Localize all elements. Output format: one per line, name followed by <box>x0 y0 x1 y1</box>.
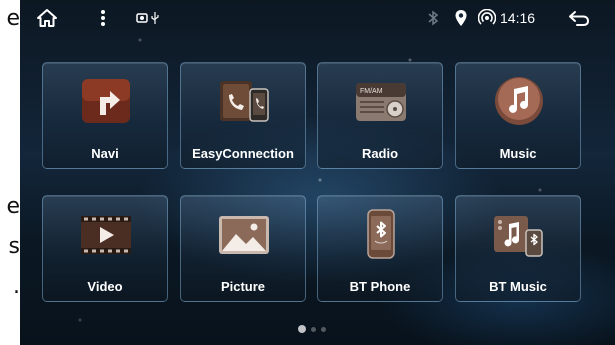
head-unit-screen: 14:16 Navi EasyConnection FM/AM Radio Mu… <box>20 0 615 345</box>
app-label: Picture <box>220 279 266 294</box>
page-dot[interactable] <box>321 326 326 332</box>
app-label: Music <box>499 146 537 161</box>
app-label: Navi <box>91 146 119 161</box>
app-label: Video <box>87 279 123 294</box>
app-label: EasyConnection <box>192 146 294 161</box>
app-tile-navi[interactable]: Navi <box>42 62 168 169</box>
app-tile-bt-music[interactable]: BT Music <box>455 195 581 302</box>
app-tile-music[interactable]: Music <box>455 62 581 169</box>
background-text-char: e <box>6 6 20 31</box>
bt-phone-icon <box>353 206 409 262</box>
bluetooth-icon <box>427 0 439 36</box>
background-text-char: e <box>6 194 20 219</box>
wifi-hotspot-icon <box>478 0 496 36</box>
app-label: BT Phone <box>349 279 411 294</box>
home-icon[interactable] <box>36 0 58 36</box>
easyconnection-icon <box>216 73 272 129</box>
camera-icon <box>136 0 148 36</box>
picture-icon <box>216 206 272 262</box>
bt-music-icon <box>491 206 547 262</box>
usb-icon <box>151 0 159 36</box>
video-icon <box>78 206 134 262</box>
music-icon <box>491 73 547 129</box>
app-tile-bt-phone[interactable]: BT Phone <box>317 195 443 302</box>
app-label: Radio <box>361 146 399 161</box>
background-text-char: s <box>8 234 20 259</box>
location-icon <box>454 0 468 36</box>
radio-band-text: FM/AM <box>360 88 383 95</box>
page-dot-active[interactable] <box>298 325 306 333</box>
status-bar: 14:16 <box>20 0 615 36</box>
app-label: BT Music <box>489 279 547 294</box>
more-vert-icon[interactable] <box>100 0 106 36</box>
back-icon[interactable] <box>567 0 591 36</box>
app-tile-radio[interactable]: FM/AM Radio <box>317 62 443 169</box>
page-indicator <box>298 325 326 333</box>
app-tile-easyconnection[interactable]: EasyConnection <box>180 62 306 169</box>
navi-icon <box>78 73 134 129</box>
clock: 14:16 <box>500 10 536 26</box>
radio-icon: FM/AM <box>353 73 409 129</box>
app-tile-picture[interactable]: Picture <box>180 195 306 302</box>
background-text-char: . <box>13 274 20 299</box>
app-tile-video[interactable]: Video <box>42 195 168 302</box>
page-dot[interactable] <box>311 326 316 332</box>
